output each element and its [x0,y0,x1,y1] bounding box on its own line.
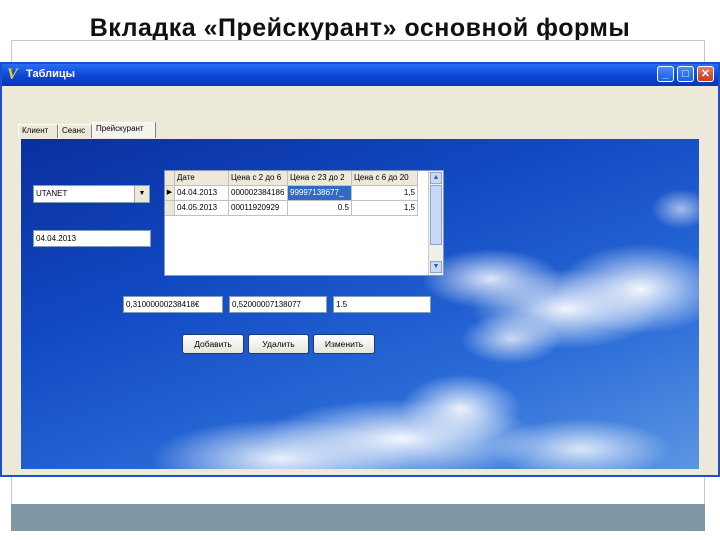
table-cell[interactable]: 0.5 [288,201,352,216]
row-indicator-icon[interactable]: ▶ [165,186,175,201]
table-cell[interactable]: 000002384186 [229,186,288,201]
price-input-6-20[interactable]: 1.5 [333,296,431,313]
slide-footer-band [11,504,705,531]
column-header-price-23-2[interactable]: Цена с 23 до 2 [288,171,352,186]
app-logo-icon: V [7,66,18,83]
column-header-date[interactable]: Дате [175,171,229,186]
tab-price-list[interactable]: Прейскурант [92,122,156,138]
tab-client[interactable]: Клиент [18,124,58,138]
table-cell[interactable]: 1,5 [352,201,418,216]
table-cell[interactable]: 00011920929 [229,201,288,216]
client-combo-value: UTANET [36,189,68,198]
date-field[interactable]: 04.04.2013 [33,230,151,247]
header-corner [165,171,175,186]
window-title: Таблицы [26,68,75,80]
scroll-thumb[interactable] [430,185,442,245]
delete-button[interactable]: Удалить [248,334,309,354]
price-input-2-6[interactable]: 0,31000000238418€ [123,296,223,313]
edit-button[interactable]: Изменить [313,334,375,354]
column-header-price-6-20[interactable]: Цена с 6 до 20 [352,171,418,186]
slide-title: Вкладка «Прейскурант» основной формы [89,14,631,42]
row-indicator[interactable] [165,201,175,216]
minimize-button[interactable]: _ [657,66,674,82]
maximize-button[interactable]: □ [677,66,694,82]
price-input-23-2[interactable]: 0,52000007138077 [229,296,327,313]
scroll-up-icon[interactable]: ▲ [430,172,442,184]
table-scrollbar[interactable]: ▲ ▼ [428,171,443,275]
tab-session[interactable]: Сеанс [58,124,92,138]
scroll-down-icon[interactable]: ▼ [430,261,442,273]
window-titlebar[interactable]: V Таблицы _ □ ✕ [2,64,718,86]
column-header-price-2-6[interactable]: Цена с 2 до 6 [229,171,288,186]
client-combo[interactable]: UTANET ▼ [33,185,150,203]
table-cell[interactable]: 04.05.2013 [175,201,229,216]
add-button[interactable]: Добавить [182,334,244,354]
chevron-down-icon[interactable]: ▼ [134,186,149,202]
close-button[interactable]: ✕ [697,66,714,82]
table-cell-selected[interactable]: 99997138677_ [288,186,352,201]
table-cell[interactable]: 04.04.2013 [175,186,229,201]
table-cell[interactable]: 1,5 [352,186,418,201]
price-table: Дате Цена с 2 до 6 Цена с 23 до 2 Цена с… [164,170,444,276]
